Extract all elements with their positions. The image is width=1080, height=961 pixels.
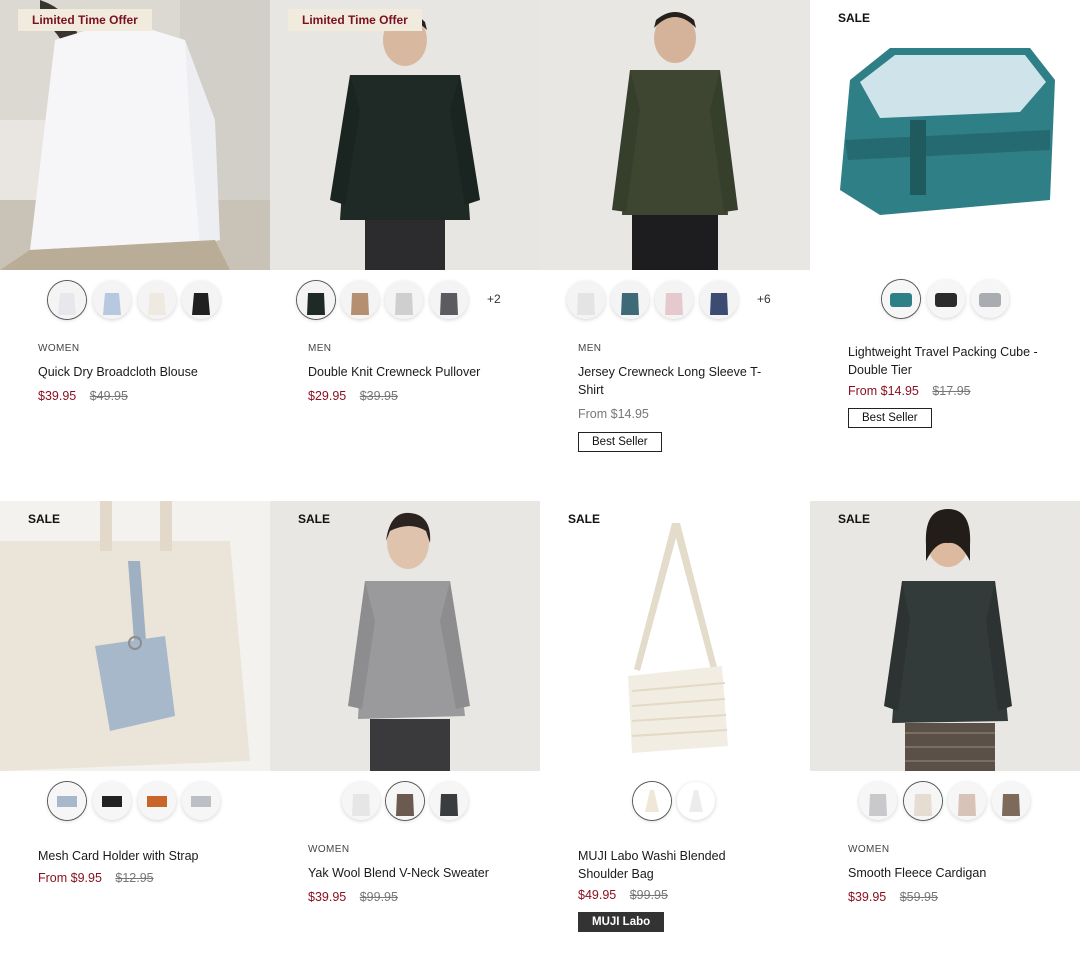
product-name[interactable]: MUJI Labo Washi Blended Shoulder Bag <box>578 847 748 883</box>
product-category: WOMEN <box>38 343 80 354</box>
product-name[interactable]: Smooth Fleece Cardigan <box>848 864 1068 882</box>
product-info: MEN Jersey Crewneck Long Sleeve T-Shirt … <box>578 343 798 452</box>
swatch-pink[interactable] <box>655 281 693 319</box>
color-swatches <box>540 782 810 822</box>
product-name[interactable]: Mesh Card Holder with Strap <box>38 847 258 865</box>
color-swatches: +2 <box>270 281 540 321</box>
color-swatches <box>270 782 540 822</box>
product-name[interactable]: Yak Wool Blend V-Neck Sweater <box>308 864 528 882</box>
swatch-light-gray[interactable] <box>859 782 897 820</box>
color-swatches <box>0 782 270 822</box>
product-category: WOMEN <box>848 844 890 855</box>
swatch-charcoal[interactable] <box>430 281 468 319</box>
product-name[interactable]: Lightweight Travel Packing Cube - Double… <box>848 343 1048 379</box>
product-image[interactable]: Limited Time Offer <box>270 0 540 270</box>
swatch-teal[interactable] <box>611 281 649 319</box>
swatch-teal[interactable] <box>882 280 920 318</box>
swatch-navy[interactable] <box>700 281 738 319</box>
sale-price: $39.95 <box>38 389 77 403</box>
product-category: MEN <box>308 343 332 354</box>
product-image[interactable]: Limited Time Offer <box>0 0 270 270</box>
product-info: Mesh Card Holder with Strap From $9.95 $… <box>38 847 258 885</box>
more-colors-count[interactable]: +2 <box>487 292 501 306</box>
swatch-dark-green[interactable] <box>297 281 335 319</box>
limited-offer-badge: Limited Time Offer <box>18 9 152 31</box>
swatch-black[interactable] <box>182 281 220 319</box>
product-info: WOMEN Quick Dry Broadcloth Blouse $39.95… <box>38 343 258 403</box>
color-swatches <box>810 782 1080 822</box>
swatch-charcoal[interactable] <box>430 782 468 820</box>
sale-price: $39.95 <box>848 890 887 904</box>
muji-labo-tag: MUJI Labo <box>578 912 665 932</box>
product-image[interactable]: SALE <box>810 501 1080 771</box>
original-price: $99.95 <box>629 888 668 902</box>
product-info: MUJI Labo Washi Blended Shoulder Bag $49… <box>578 847 798 932</box>
from-price: From $14.95 <box>578 407 649 421</box>
swatch-brown[interactable] <box>341 281 379 319</box>
product-image[interactable]: SALE <box>0 501 270 771</box>
swatch-light-blue[interactable] <box>48 782 86 820</box>
swatch-brown[interactable] <box>386 782 424 820</box>
product-image[interactable]: SALE <box>540 501 810 771</box>
swatch-orange[interactable] <box>138 782 176 820</box>
swatch-white[interactable] <box>567 281 605 319</box>
more-colors-count[interactable]: +6 <box>757 292 771 306</box>
product-category: WOMEN <box>308 844 350 855</box>
swatch-ivory[interactable] <box>138 281 176 319</box>
original-price: $99.95 <box>359 890 398 904</box>
original-price: $17.95 <box>932 384 971 398</box>
sale-price: $49.95 <box>578 888 617 902</box>
product-name[interactable]: Quick Dry Broadcloth Blouse <box>38 363 258 381</box>
product-info: WOMEN Smooth Fleece Cardigan $39.95 $59.… <box>848 844 1068 904</box>
product-image[interactable] <box>540 0 810 270</box>
swatch-gray[interactable] <box>971 280 1009 318</box>
best-seller-tag: Best Seller <box>578 432 662 452</box>
sale-badge: SALE <box>838 512 871 526</box>
swatch-white[interactable] <box>48 281 86 319</box>
swatch-brown[interactable] <box>992 782 1030 820</box>
swatch-black[interactable] <box>93 782 131 820</box>
sale-price: $39.95 <box>308 890 347 904</box>
swatch-ivory[interactable] <box>633 782 671 820</box>
product-info: Lightweight Travel Packing Cube - Double… <box>848 343 1068 428</box>
swatch-light-gray[interactable] <box>385 281 423 319</box>
product-name[interactable]: Double Knit Crewneck Pullover <box>308 363 528 381</box>
color-swatches: +6 <box>540 281 810 321</box>
swatch-ivory[interactable] <box>904 782 942 820</box>
original-price: $49.95 <box>89 389 128 403</box>
sale-badge: SALE <box>568 512 601 526</box>
product-info: MEN Double Knit Crewneck Pullover $29.95… <box>308 343 528 403</box>
product-name[interactable]: Jersey Crewneck Long Sleeve T-Shirt <box>578 363 768 399</box>
swatch-pink[interactable] <box>948 782 986 820</box>
sale-price: $29.95 <box>308 389 347 403</box>
color-swatches <box>810 280 1080 320</box>
sale-badge: SALE <box>28 512 61 526</box>
best-seller-tag: Best Seller <box>848 408 932 428</box>
limited-offer-badge: Limited Time Offer <box>288 9 422 31</box>
sale-price: From $9.95 <box>38 871 102 885</box>
product-image[interactable]: SALE <box>810 0 1080 270</box>
color-swatches <box>0 281 270 321</box>
swatch-white[interactable] <box>342 782 380 820</box>
product-category: MEN <box>578 343 602 354</box>
sale-price: From $14.95 <box>848 384 919 398</box>
product-info: WOMEN Yak Wool Blend V-Neck Sweater $39.… <box>308 844 528 904</box>
sale-badge: SALE <box>298 512 331 526</box>
original-price: $59.95 <box>899 890 938 904</box>
swatch-light-blue[interactable] <box>93 281 131 319</box>
product-image[interactable]: SALE <box>270 501 540 771</box>
swatch-white[interactable] <box>677 782 715 820</box>
swatch-black[interactable] <box>927 280 965 318</box>
swatch-gray[interactable] <box>182 782 220 820</box>
original-price: $12.95 <box>115 871 154 885</box>
sale-badge: SALE <box>838 11 871 25</box>
original-price: $39.95 <box>359 389 398 403</box>
